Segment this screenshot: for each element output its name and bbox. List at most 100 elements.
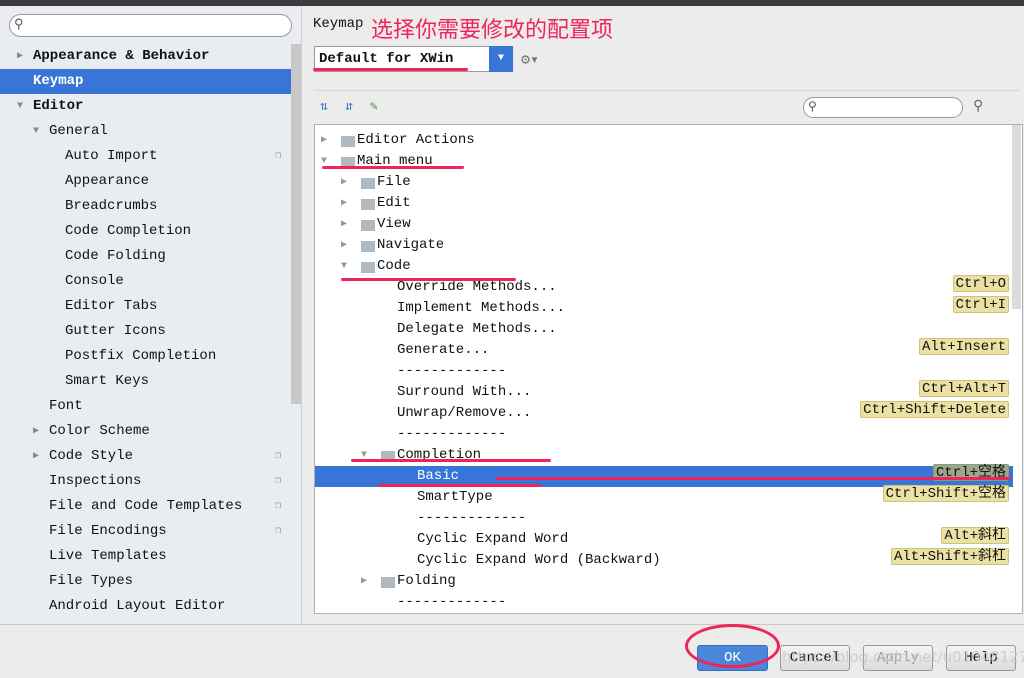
- cancel-button[interactable]: Cancel: [780, 645, 850, 671]
- sidebar-item[interactable]: ▶ Color Scheme: [0, 419, 292, 444]
- tree-row[interactable]: Unwrap/Remove... Ctrl+Shift+Delete: [315, 401, 1013, 424]
- chevron-down-icon[interactable]: ▼: [33, 119, 39, 144]
- tree-row[interactable]: ▼ Code: [315, 256, 1013, 277]
- tree-row-label: -------------: [397, 594, 507, 610]
- tree-row[interactable]: ▼ Completion: [315, 445, 1013, 466]
- sidebar-item[interactable]: ▶ Code Style ❐: [0, 444, 292, 469]
- sidebar-item[interactable]: Inspections ❐: [0, 469, 292, 494]
- chevron-right-icon[interactable]: ▶: [361, 571, 367, 592]
- sidebar-item[interactable]: Code Folding: [0, 244, 292, 269]
- tree-row-label: View: [377, 216, 411, 232]
- sidebar-item[interactable]: Gutter Icons: [0, 319, 292, 344]
- sidebar-item[interactable]: Code Completion: [0, 219, 292, 244]
- page-title: Keymap: [313, 16, 364, 32]
- settings-sidebar: ⚲ ▶ Appearance & Behavior Keymap ▼ Editor ▼ Ge…: [0, 6, 302, 624]
- sidebar-item-label: General: [49, 123, 108, 139]
- tree-row[interactable]: Cyclic Expand Word (Backward) Alt+Shift+斜…: [315, 548, 1013, 571]
- shortcut-badge: Ctrl+I: [952, 296, 1009, 313]
- tree-row-label: Editor Actions: [357, 132, 475, 148]
- shortcut-badge: Alt+斜杠: [941, 527, 1009, 544]
- tree-row[interactable]: ▶ Editor Actions: [315, 130, 1013, 151]
- sidebar-item[interactable]: Auto Import ❐: [0, 144, 292, 169]
- sidebar-item[interactable]: Breadcrumbs: [0, 194, 292, 219]
- folder-icon: [341, 136, 355, 147]
- tree-row[interactable]: -------------: [315, 592, 1013, 613]
- sidebar-item-label: Appearance & Behavior: [33, 48, 210, 64]
- sidebar-item[interactable]: File Types: [0, 569, 292, 594]
- apply-button[interactable]: Apply: [863, 645, 933, 671]
- tree-row[interactable]: Surround With... Ctrl+Alt+T: [315, 380, 1013, 403]
- sidebar-item[interactable]: Console: [0, 269, 292, 294]
- settings-search-input[interactable]: ⚲: [9, 14, 292, 37]
- tree-row[interactable]: -------------: [315, 508, 1013, 529]
- tree-row[interactable]: -------------: [315, 424, 1013, 445]
- sidebar-item-label: Auto Import: [65, 148, 158, 164]
- chevron-right-icon[interactable]: ▶: [33, 444, 39, 469]
- annotation-underline: [341, 278, 516, 281]
- tree-row[interactable]: Delegate Methods...: [315, 319, 1013, 340]
- sidebar-item[interactable]: Android Layout Editor: [0, 594, 292, 619]
- tree-row[interactable]: -------------: [315, 361, 1013, 382]
- sidebar-item-label: Code Style: [49, 448, 134, 464]
- sidebar-item[interactable]: ▼ General: [0, 119, 292, 144]
- tree-row[interactable]: ▶ Edit: [315, 193, 1013, 214]
- tree-row[interactable]: Generate... Alt+Insert: [315, 338, 1013, 361]
- folder-icon: [361, 241, 375, 252]
- sidebar-item[interactable]: ▼ Editor: [0, 94, 292, 119]
- tree-row-label: Navigate: [377, 237, 445, 253]
- project-settings-icon: ❐: [275, 451, 282, 462]
- tree-row[interactable]: ▶ Navigate: [315, 235, 1013, 256]
- tree-row-label: -------------: [397, 363, 507, 379]
- annotation-underline: [496, 477, 1010, 480]
- sidebar-item[interactable]: Editor Tabs: [0, 294, 292, 319]
- sidebar-scrollbar[interactable]: [291, 44, 301, 404]
- sidebar-item-label: Appearance: [65, 173, 150, 189]
- chevron-right-icon[interactable]: ▶: [341, 193, 347, 214]
- chevron-right-icon[interactable]: ▶: [341, 172, 347, 193]
- chevron-down-icon[interactable]: ▼: [341, 256, 347, 277]
- gear-icon[interactable]: ⚙▾: [521, 50, 539, 69]
- chevron-right-icon[interactable]: ▶: [341, 235, 347, 256]
- sidebar-item[interactable]: File Encodings ❐: [0, 519, 292, 544]
- tree-row[interactable]: ▶ View: [315, 214, 1013, 235]
- sidebar-item[interactable]: File and Code Templates ❐: [0, 494, 292, 519]
- chevron-right-icon[interactable]: ▶: [341, 214, 347, 235]
- shortcut-badge: Ctrl+Shift+Delete: [860, 401, 1009, 418]
- sidebar-item[interactable]: Appearance: [0, 169, 292, 194]
- tree-row[interactable]: ▶ File: [315, 172, 1013, 193]
- tree-row-label: Cyclic Expand Word: [417, 531, 569, 547]
- tree-search-input[interactable]: ⚲: [803, 97, 963, 118]
- sidebar-item[interactable]: Live Templates: [0, 544, 292, 569]
- tree-row-label: Completion: [397, 447, 482, 463]
- sidebar-item[interactable]: ▶ Appearance & Behavior: [0, 44, 292, 69]
- chevron-right-icon[interactable]: ▶: [321, 130, 327, 151]
- help-button[interactable]: Help: [946, 645, 1016, 671]
- sidebar-item[interactable]: Font: [0, 394, 292, 419]
- chevron-down-icon[interactable]: ▼: [17, 94, 23, 119]
- sidebar-item-label: Android Layout Editor: [49, 598, 226, 614]
- expand-all-icon[interactable]: ⇅: [320, 99, 328, 114]
- chevron-right-icon[interactable]: ▶: [17, 44, 23, 69]
- tree-row[interactable]: Implement Methods... Ctrl+I: [315, 296, 1013, 319]
- sidebar-item[interactable]: Keymap: [0, 69, 292, 94]
- sidebar-item-label: Postfix Completion: [65, 348, 217, 364]
- search-icon: ⚲: [808, 100, 817, 114]
- sidebar-item[interactable]: Postfix Completion: [0, 344, 292, 369]
- chevron-right-icon[interactable]: ▶: [33, 419, 39, 444]
- project-settings-icon: ❐: [275, 526, 282, 537]
- sidebar-item[interactable]: Smart Keys: [0, 369, 292, 394]
- chevron-down-icon[interactable]: ▼: [489, 46, 513, 72]
- chevron-down-icon[interactable]: ▼: [361, 445, 367, 466]
- tree-row[interactable]: ▶ Folding: [315, 571, 1013, 592]
- tree-row-label: Delegate Methods...: [397, 321, 557, 337]
- dialog-footer: OK Cancel Apply Help https://blog.csdn.n…: [0, 624, 1024, 678]
- tree-scrollbar[interactable]: [1012, 125, 1021, 309]
- edit-pencil-icon[interactable]: ✎: [370, 99, 378, 114]
- shortcut-badge: Ctrl+Alt+T: [918, 380, 1009, 397]
- tree-row[interactable]: SmartType Ctrl+Shift+空格: [315, 485, 1013, 508]
- tree-row-label: File: [377, 174, 411, 190]
- collapse-all-icon[interactable]: ⇵: [345, 99, 353, 114]
- tree-row-label: Folding: [397, 573, 456, 589]
- find-shortcut-icon[interactable]: ⚲: [973, 98, 983, 115]
- tree-row[interactable]: Cyclic Expand Word Alt+斜杠: [315, 527, 1013, 550]
